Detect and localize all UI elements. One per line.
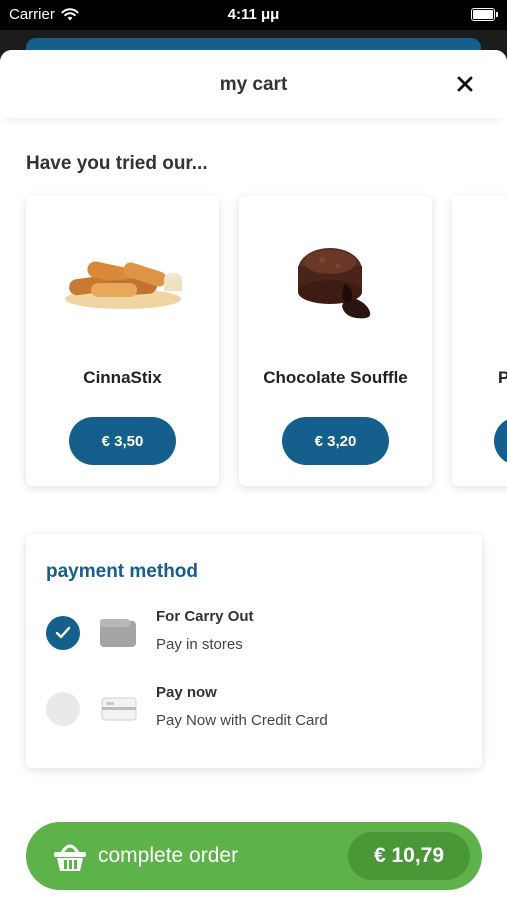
sheet-header: my cart [0,50,507,118]
wallet-icon [100,619,136,647]
complete-order-label: complete order [98,844,239,867]
credit-card-icon [101,697,137,721]
close-button[interactable] [453,72,477,96]
product-card-cinnastix[interactable]: CinnaStix € 3,50 [26,196,219,486]
payment-option-carry-out[interactable]: For Carry Out Pay in stores [26,602,482,662]
option-subtitle: Pay Now with Credit Card [156,712,328,729]
payment-method-card: payment method For Carry Out Pay in stor… [26,534,482,768]
add-chocolate-souffle-button[interactable]: € 3,20 [282,417,389,465]
sheet-title: my cart [219,74,288,95]
checkmark-icon [55,626,71,639]
payment-option-pay-now[interactable]: Pay now Pay Now with Credit Card [26,678,482,738]
close-icon [457,76,473,92]
product-card-partial[interactable]: P [452,196,507,486]
order-total: € 10,79 [348,832,470,880]
chocolate-souffle-image [239,216,432,346]
complete-order-button[interactable]: complete order € 10,79 [26,822,482,890]
add-product-button[interactable] [494,417,507,465]
product-name: CinnaStix [83,368,162,387]
status-bar: Carrier 4:11 μμ [0,0,507,30]
product-name: P [498,368,507,387]
product-name: Chocolate Souffle [263,368,408,387]
cinnastix-image [26,216,219,346]
cart-sheet: my cart Have you tried our... CinnaStix … [0,50,507,900]
option-subtitle: Pay in stores [156,636,243,653]
add-cinnastix-button[interactable]: € 3,50 [69,417,176,465]
status-time: 4:11 μμ [227,6,280,23]
battery-icon [471,8,498,21]
radio-selected[interactable] [46,616,80,650]
payment-heading: payment method [46,561,199,582]
option-title: For Carry Out [156,608,254,625]
upsell-carousel[interactable]: CinnaStix € 3,50 Chocolate Souffle € 3,2… [0,196,507,496]
product-card-chocolate-souffle[interactable]: Chocolate Souffle € 3,20 [239,196,432,486]
basket-icon [54,844,86,871]
radio-unselected[interactable] [46,692,80,726]
upsell-heading: Have you tried our... [26,153,208,174]
option-title: Pay now [156,684,217,701]
